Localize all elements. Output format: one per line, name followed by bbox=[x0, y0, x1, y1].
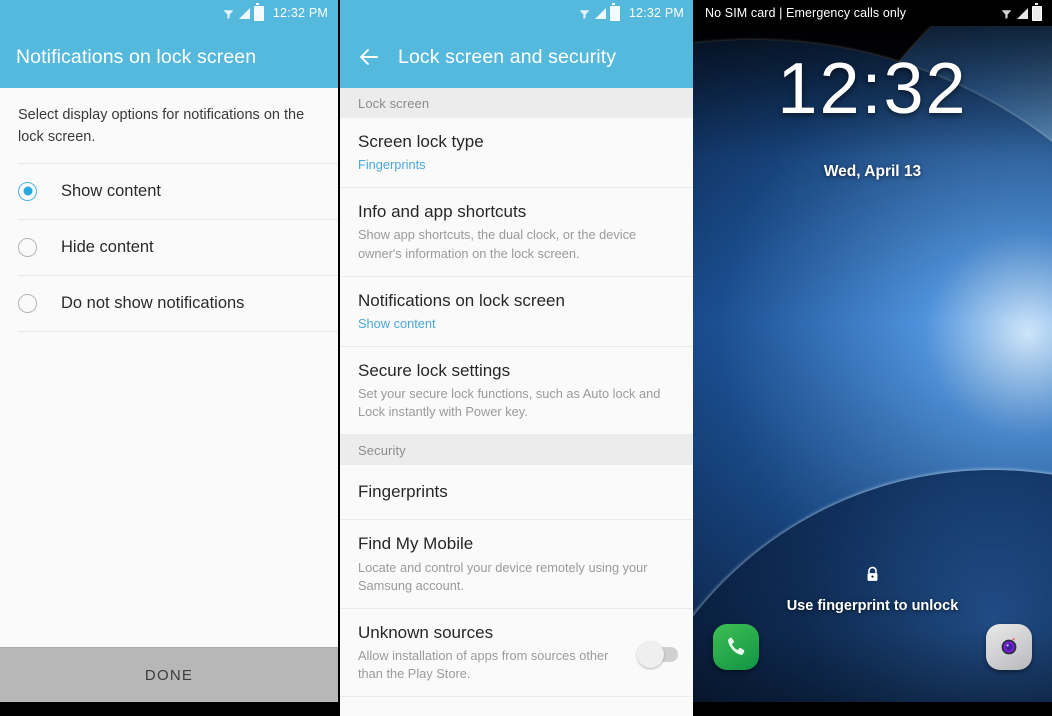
panel-notifications-on-lock-screen: 12:32 PM Notifications on lock screen Se… bbox=[0, 0, 338, 716]
radio-option-label: Show content bbox=[61, 181, 161, 200]
page-title: Notifications on lock screen bbox=[16, 45, 257, 68]
list-item-title: Unknown sources bbox=[358, 622, 494, 642]
app-bar: Lock screen and security bbox=[340, 26, 694, 88]
toggle-knob bbox=[637, 640, 664, 668]
carrier-label: No SIM card | Emergency calls only bbox=[705, 6, 907, 20]
radio-option-label: Hide content bbox=[61, 237, 154, 256]
status-icons: 12:32 PM bbox=[222, 3, 328, 21]
list-item-title: Screen lock type bbox=[358, 132, 484, 151]
lock-date: Wed, April 13 bbox=[823, 163, 922, 180]
radio-button-icon[interactable] bbox=[18, 293, 37, 313]
battery-icon bbox=[253, 3, 264, 21]
back-arrow-icon[interactable] bbox=[356, 44, 382, 70]
done-button[interactable]: DONE bbox=[0, 647, 338, 702]
list-item-title: Find My Mobile bbox=[358, 534, 474, 554]
list-item-subtitle: Locate and control your device remotely … bbox=[358, 559, 648, 593]
signal-icon bbox=[238, 7, 250, 19]
list-item-subtitle: Show content bbox=[358, 315, 436, 331]
list-item-secure-lock-settings[interactable]: Secure lock settings Set your secure loc… bbox=[340, 346, 694, 436]
unlock-hint-text: Use fingerprint to unlock bbox=[786, 598, 959, 614]
status-icons bbox=[1000, 3, 1042, 21]
list-item-subtitle: Set your secure lock functions, such as … bbox=[358, 386, 661, 420]
camera-shortcut[interactable] bbox=[986, 624, 1032, 670]
status-bar: No SIM card | Emergency calls only bbox=[693, 0, 1052, 26]
bottom-black-bar bbox=[693, 702, 1052, 716]
phone-shortcut[interactable] bbox=[713, 624, 759, 670]
radio-button-selected-icon[interactable] bbox=[18, 181, 37, 201]
status-bar: 12:32 PM bbox=[0, 0, 338, 26]
signal-icon bbox=[1017, 7, 1028, 19]
signal-icon bbox=[594, 7, 606, 19]
description-text: Select display options for notifications… bbox=[0, 88, 338, 163]
status-time: 12:32 PM bbox=[628, 6, 684, 20]
list-item-subtitle: Show app shortcuts, the dual clock, or t… bbox=[358, 227, 637, 261]
list-item-info-and-app-shortcuts[interactable]: Info and app shortcuts Show app shortcut… bbox=[340, 188, 694, 277]
section-header-security: Security bbox=[340, 435, 694, 466]
radio-option-do-not-show-notifications[interactable]: Do not show notifications bbox=[18, 276, 338, 332]
radio-button-icon[interactable] bbox=[18, 237, 37, 257]
list-item-notifications-on-lock-screen[interactable]: Notifications on lock screen Show conten… bbox=[340, 276, 694, 347]
settings-list[interactable]: Lock screen Screen lock type Fingerprint… bbox=[340, 88, 694, 716]
list-item-subtitle: Fingerprints bbox=[358, 157, 426, 173]
list-item-fingerprints[interactable]: Fingerprints bbox=[340, 465, 694, 521]
radio-option-label: Do not show notifications bbox=[61, 293, 245, 312]
list-item-title: Notifications on lock screen bbox=[358, 290, 565, 310]
status-icons: 12:32 PM bbox=[578, 3, 684, 21]
phone-icon bbox=[713, 624, 759, 670]
lock-clock: 12:32 bbox=[777, 49, 968, 129]
list-item-screen-lock-type[interactable]: Screen lock type Fingerprints bbox=[340, 118, 694, 189]
status-bar: 12:32 PM bbox=[340, 0, 694, 26]
list-item-title: Secure lock settings bbox=[358, 360, 511, 380]
battery-icon bbox=[609, 3, 620, 21]
section-header-lock-screen: Lock screen bbox=[340, 88, 694, 118]
panel-lock-screen: No SIM card | Emergency calls only 12:32… bbox=[693, 0, 1052, 716]
panel-lock-screen-and-security: 12:32 PM Lock screen and security Lock s… bbox=[338, 0, 695, 716]
wifi-icon bbox=[578, 7, 591, 20]
list-item-unknown-sources[interactable]: Unknown sources Allow installation of ap… bbox=[340, 608, 694, 698]
lock-screen[interactable]: No SIM card | Emergency calls only 12:32… bbox=[693, 0, 1052, 716]
lock-icon bbox=[693, 566, 1052, 588]
battery-icon bbox=[1032, 3, 1042, 21]
status-time: 12:32 PM bbox=[272, 6, 328, 20]
wifi-icon bbox=[222, 7, 235, 20]
list-item-subtitle: Allow installation of apps from sources … bbox=[358, 647, 609, 682]
screenshot-root: 12:32 PM Notifications on lock screen Se… bbox=[0, 0, 1052, 716]
radio-option-hide-content[interactable]: Hide content bbox=[18, 220, 338, 276]
list-item-find-my-mobile[interactable]: Find My Mobile Locate and control your d… bbox=[340, 520, 694, 609]
camera-icon bbox=[986, 624, 1032, 670]
radio-option-list: Show content Hide content Do not show no… bbox=[0, 162, 338, 332]
wifi-icon bbox=[1000, 7, 1013, 20]
bottom-black-bar bbox=[0, 702, 338, 716]
list-item-title: Info and app shortcuts bbox=[358, 202, 527, 222]
unknown-sources-toggle[interactable] bbox=[637, 640, 678, 668]
radio-option-show-content[interactable]: Show content bbox=[18, 162, 338, 220]
app-bar: Notifications on lock screen bbox=[0, 26, 338, 88]
page-title: Lock screen and security bbox=[398, 45, 617, 68]
list-item-title: Fingerprints bbox=[358, 482, 448, 502]
done-button-label: DONE bbox=[144, 666, 194, 684]
